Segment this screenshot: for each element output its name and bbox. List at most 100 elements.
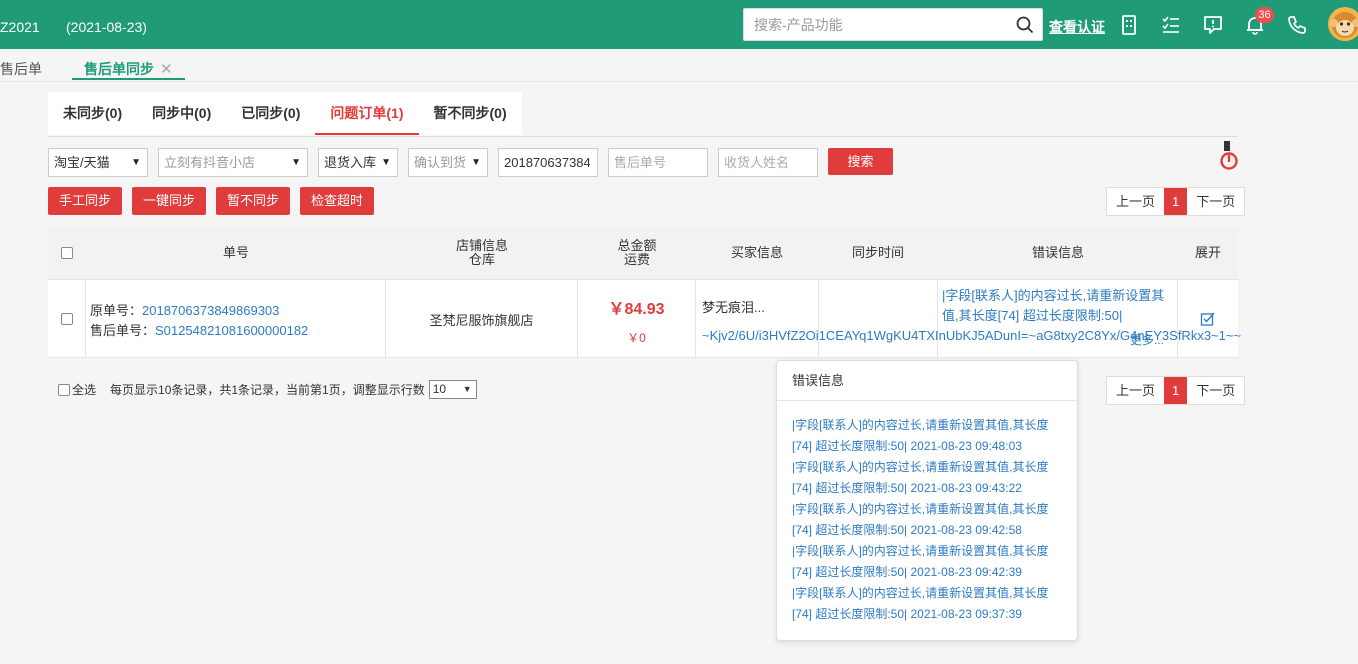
header-amount-line1: 总金额 [617, 238, 657, 253]
prev-page-button[interactable]: 上一页 [1107, 377, 1164, 404]
page-summary: 每页显示10条记录，共1条记录，当前第1页，调整显示行数 [110, 383, 425, 397]
search-box [743, 8, 1043, 41]
error-log-item: |字段[联系人]的内容过长,请重新设置其值,其长度 [74] 超过长度限制:50… [777, 457, 1077, 499]
select-all-checkbox[interactable] [61, 247, 73, 259]
tab-synced[interactable]: 已同步(0) [226, 92, 315, 135]
sync-time-cell [818, 280, 938, 358]
header-error: 错误信息 [1031, 245, 1084, 260]
status-tabs: 未同步(0) 同步中(0) 已同步(0) 问题订单(1) 暂不同步(0) [48, 92, 522, 135]
table-footer: 全选 每页显示10条记录，共1条记录，当前第1页，调整显示行数 10 ▼ [58, 380, 477, 399]
notification-badge: 36 [1255, 7, 1274, 23]
phone-icon[interactable] [1286, 14, 1308, 36]
total-amount: ￥84.93 [608, 301, 665, 318]
tab-after-sale-sync[interactable]: 售后单同步 ✕ [72, 49, 185, 80]
caret-down-icon: ▼ [471, 157, 481, 168]
platform-select[interactable]: 淘宝/天猫 ▼ [48, 148, 148, 177]
buyer-token: ~Kjv2/6U/i3HVfZ2Oi1CEAYq1WgKU4TXInUbKJ5A… [702, 328, 1242, 343]
caret-down-icon: ▼ [131, 157, 141, 168]
verify-link[interactable]: 查看认证 [1049, 17, 1105, 37]
table-header: 单号 店铺信息 仓库 总金额 运费 买家信息 同步时间 错误信息 展开 [48, 227, 1238, 279]
return-type-value: 退货入库 [324, 155, 377, 170]
edit-icon[interactable] [1200, 311, 1216, 327]
pause-sync-button[interactable]: 暂不同步 [216, 187, 290, 215]
error-log-line: |字段[联系人]的内容过长,请重新设置其值,其长度 [792, 544, 1049, 558]
next-page-button[interactable]: 下一页 [1187, 188, 1244, 215]
building-icon[interactable] [1118, 14, 1140, 36]
error-text[interactable]: |字段[联系人]的内容过长,请重新设置其值,其长度[74] 超过长度限制:50| [942, 286, 1173, 326]
error-log-line: |字段[联系人]的内容过长,请重新设置其值,其长度 [792, 502, 1049, 516]
error-log-item: |字段[联系人]的内容过长,请重新设置其值,其长度 [74] 超过长度限制:50… [777, 583, 1077, 625]
select-all-label[interactable]: 全选 [72, 381, 96, 398]
error-log-line: [74] 超过长度限制:50| 2021-08-23 09:42:58 [792, 523, 1022, 537]
orig-order-link[interactable]: 2018706373849869303 [142, 303, 279, 318]
header-shop: 店铺信息 仓库 [386, 227, 578, 279]
header-order-no: 单号 [222, 245, 249, 260]
one-click-sync-button[interactable]: 一键同步 [132, 187, 206, 215]
shop-select-value: 立刻有抖音小店 [164, 155, 256, 170]
confirm-select[interactable]: 确认到货 ▼ [408, 148, 488, 177]
error-log-line: [74] 超过长度限制:50| 2021-08-23 09:37:39 [792, 607, 1022, 621]
monkey-avatar-icon [1330, 12, 1358, 38]
error-popover: 错误信息 |字段[联系人]的内容过长,请重新设置其值,其长度 [74] 超过长度… [776, 360, 1078, 641]
platform-select-value: 淘宝/天猫 [54, 155, 110, 170]
popover-body: |字段[联系人]的内容过长,请重新设置其值,其长度 [74] 超过长度限制:50… [777, 401, 1077, 625]
shop-select[interactable]: 立刻有抖音小店 ▼ [158, 148, 308, 177]
header-buyer: 买家信息 [730, 245, 783, 260]
popover-title: 错误信息 [777, 361, 1077, 401]
search-icon[interactable] [1016, 16, 1034, 34]
error-log-line: |字段[联系人]的内容过长,请重新设置其值,其长度 [792, 460, 1049, 474]
tab-syncing[interactable]: 同步中(0) [137, 92, 226, 135]
order-table: 单号 店铺信息 仓库 总金额 运费 买家信息 同步时间 错误信息 展开 原单号：… [48, 227, 1242, 358]
page-size-value: 10 [432, 382, 447, 396]
power-icon[interactable] [1219, 141, 1239, 171]
error-log-item: |字段[联系人]的内容过长,请重新设置其值,其长度 [74] 超过长度限制:50… [777, 415, 1077, 457]
manual-sync-button[interactable]: 手工同步 [48, 187, 122, 215]
footer-select-all-checkbox[interactable] [58, 383, 70, 396]
current-page[interactable]: 1 [1164, 377, 1188, 404]
receiver-field [718, 148, 818, 177]
prev-page-button[interactable]: 上一页 [1107, 188, 1164, 215]
tab-problem-orders[interactable]: 问题订单(1) [315, 92, 419, 135]
page-tab-strip: 售后单 售后单同步 ✕ [0, 49, 1358, 82]
after-sale-no-input[interactable] [614, 149, 700, 176]
shop-cell: 圣梵尼服饰旗舰店 [386, 280, 578, 358]
next-page-button[interactable]: 下一页 [1187, 377, 1244, 404]
pager-bottom: 上一页 1 下一页 [1106, 376, 1246, 405]
amount-cell: ￥84.93 ￥0 [578, 280, 696, 358]
app-title: Z2021 [0, 19, 40, 35]
header-amount: 总金额 运费 [578, 227, 696, 279]
after-sale-order-link[interactable]: S01254821081600000182 [155, 323, 308, 338]
avatar[interactable] [1328, 7, 1358, 41]
row-checkbox-cell [48, 280, 86, 358]
checklist-icon[interactable] [1160, 14, 1182, 36]
page-size-select[interactable]: 10 ▼ [428, 380, 477, 399]
caret-down-icon: ▼ [381, 157, 391, 168]
row-checkbox[interactable] [60, 313, 73, 325]
tab-after-sale[interactable]: 售后单 [0, 59, 42, 79]
tab-paused[interactable]: 暂不同步(0) [419, 92, 522, 135]
error-log-line: |字段[联系人]的内容过长,请重新设置其值,其长度 [792, 586, 1049, 600]
error-log-line: [74] 超过长度限制:50| 2021-08-23 09:48:03 [792, 439, 1022, 453]
buyer-name: 梦无痕泪... [702, 300, 765, 315]
order-no-input[interactable] [504, 149, 590, 176]
pager-top: 上一页 1 下一页 [1106, 187, 1246, 216]
after-sale-no-field [608, 148, 708, 177]
check-timeout-button[interactable]: 检查超时 [300, 187, 374, 215]
header-amount-line2: 运费 [623, 252, 650, 267]
current-page[interactable]: 1 [1164, 188, 1188, 215]
search-input[interactable] [744, 9, 1004, 40]
top-bar: Z2021 (2021-08-23) 查看认证 36 [0, 0, 1358, 49]
receiver-name-input[interactable] [724, 149, 810, 176]
message-icon[interactable] [1202, 14, 1224, 36]
expand-cell [1178, 280, 1238, 358]
error-log-line: [74] 超过长度限制:50| 2021-08-23 09:43:22 [792, 481, 1022, 495]
order-no-cell: 原单号：2018706373849869303 售后单号：S0125482108… [86, 280, 386, 358]
caret-down-icon: ▼ [291, 157, 301, 168]
after-sale-no-label: 售后单号： [90, 323, 156, 338]
table-row: 原单号：2018706373849869303 售后单号：S0125482108… [48, 279, 1242, 358]
close-icon[interactable]: ✕ [160, 61, 173, 78]
error-log-item: |字段[联系人]的内容过长,请重新设置其值,其长度 [74] 超过长度限制:50… [777, 499, 1077, 541]
tab-unsynced[interactable]: 未同步(0) [48, 92, 137, 135]
return-type-select[interactable]: 退货入库 ▼ [318, 148, 398, 177]
search-button[interactable]: 搜索 [828, 148, 893, 175]
